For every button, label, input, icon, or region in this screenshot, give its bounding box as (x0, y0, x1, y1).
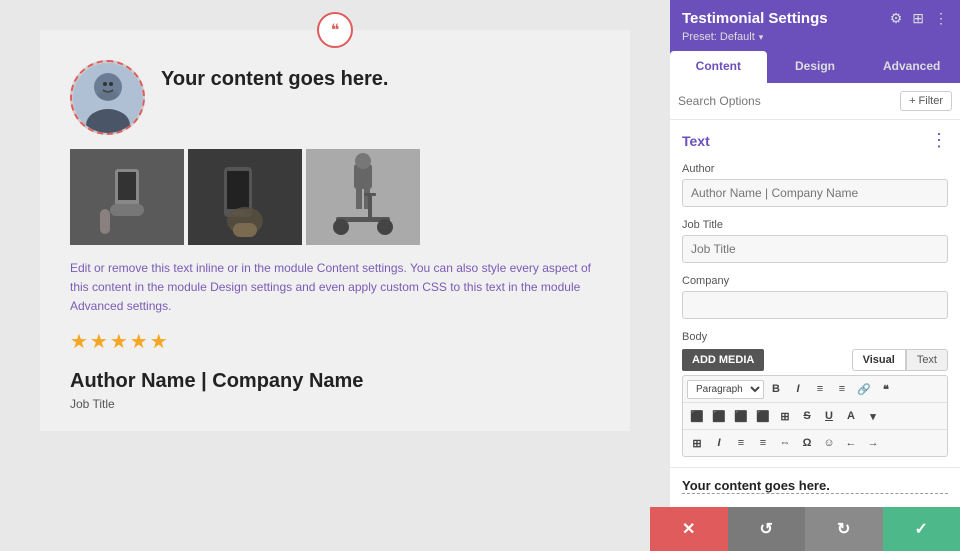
testimonial-top: Your content goes here. (70, 60, 600, 135)
add-media-button[interactable]: ADD MEDIA (682, 349, 764, 371)
more-options-icon[interactable]: ⋮ (934, 10, 948, 27)
panel-tabs: Content Design Advanced (670, 51, 960, 83)
save-button[interactable]: ✓ (883, 507, 960, 551)
body-label: Body (682, 331, 948, 343)
color-dropdown[interactable]: ▾ (863, 406, 883, 426)
special-char-button[interactable]: Ω (797, 433, 817, 453)
emoji-button[interactable]: ☺ (819, 433, 839, 453)
action-bar: ✕ ↺ ↻ ✓ (650, 507, 960, 551)
visual-button[interactable]: Visual (852, 349, 906, 371)
preset-row: Preset: Default ▾ (682, 31, 948, 43)
job-title-input[interactable] (682, 235, 948, 263)
underline-button[interactable]: U (819, 406, 839, 426)
preview-snippet-text: Your content goes here. (682, 478, 948, 494)
author-label: Author (682, 163, 948, 175)
company-label: Company (682, 275, 948, 287)
panel-title-icons: ⚙ ⊞ ⋮ (890, 10, 948, 27)
search-input[interactable] (678, 94, 894, 108)
body-text: Edit or remove this text inline or in th… (70, 259, 600, 317)
outdent-button[interactable]: ≡ (753, 433, 773, 453)
text-section-header: Text ⋮ (670, 120, 960, 157)
undo-icon: ↺ (760, 519, 773, 539)
strikethrough-button[interactable]: S (797, 406, 817, 426)
tab-design[interactable]: Design (767, 51, 864, 83)
link-button[interactable]: 🔗 (854, 379, 874, 399)
tab-advanced[interactable]: Advanced (863, 51, 960, 83)
panel-body: + Filter Text ⋮ Author Job Title Company… (670, 83, 960, 551)
image-2 (188, 149, 302, 245)
text-button[interactable]: Text (906, 349, 948, 371)
redo-editor-button[interactable]: → (863, 433, 883, 453)
preview-area: ❝ Your content goes here. (0, 0, 670, 551)
undo-button[interactable]: ↺ (728, 507, 806, 551)
align-justify-button[interactable]: ⬛ (753, 406, 773, 426)
bold-button[interactable]: B (766, 379, 786, 399)
company-input[interactable] (682, 291, 948, 319)
settings-icon[interactable]: ⚙ (890, 10, 903, 27)
blockquote-button[interactable]: ❝ (876, 379, 896, 399)
panel-title-row: Testimonial Settings ⚙ ⊞ ⋮ (682, 10, 948, 27)
content-title: Your content goes here. (161, 68, 388, 91)
avatar (70, 60, 145, 135)
stars-rating: ★★★★★ (70, 329, 600, 354)
author-input[interactable] (682, 179, 948, 207)
job-title-label: Job Title (682, 219, 948, 231)
image-3 (306, 149, 420, 245)
table-button[interactable]: ⊞ (775, 406, 795, 426)
ul-button[interactable]: ≡ (810, 379, 830, 399)
cancel-icon: ✕ (682, 519, 695, 539)
job-title-field-group: Job Title (670, 213, 960, 269)
paragraph-select[interactable]: Paragraph (687, 380, 764, 399)
toolbar-row-1: Paragraph B I ≡ ≡ 🔗 ❝ (683, 376, 947, 403)
fullscreen-button[interactable]: ⇔ (775, 433, 795, 453)
preview-snippet: Your content goes here. (670, 467, 960, 504)
settings-panel: Testimonial Settings ⚙ ⊞ ⋮ Preset: Defau… (670, 0, 960, 551)
italic2-button[interactable]: I (709, 433, 729, 453)
panel-title: Testimonial Settings (682, 10, 828, 27)
search-row: + Filter (670, 83, 960, 120)
image-1 (70, 149, 184, 245)
body-section: Body ADD MEDIA Visual Text Paragraph B I… (670, 325, 960, 463)
undo-editor-button[interactable]: ← (841, 433, 861, 453)
quote-icon: ❝ (317, 12, 353, 48)
preset-arrow[interactable]: ▾ (759, 32, 764, 43)
content-title-wrapper: Your content goes here. (161, 60, 388, 91)
ol-button[interactable]: ≡ (832, 379, 852, 399)
grid-icon[interactable]: ⊞ (912, 10, 924, 27)
tab-content[interactable]: Content (670, 51, 767, 83)
cancel-button[interactable]: ✕ (650, 507, 728, 551)
align-left-button[interactable]: ⬛ (687, 406, 707, 426)
filter-button[interactable]: + Filter (900, 91, 952, 111)
visual-text-toggle: Visual Text (852, 349, 948, 371)
align-center-button[interactable]: ⬛ (709, 406, 729, 426)
paste-button[interactable]: ⊞ (687, 433, 707, 453)
testimonial-card: ❝ Your content goes here. (40, 30, 630, 431)
text-section-more-icon[interactable]: ⋮ (930, 130, 948, 151)
author-field-group: Author (670, 157, 960, 213)
preset-label: Preset: Default (682, 31, 755, 43)
job-title-display: Job Title (70, 397, 600, 411)
indent-button[interactable]: ≡ (731, 433, 751, 453)
body-toolbar-top: ADD MEDIA Visual Text (682, 349, 948, 371)
panel-header: Testimonial Settings ⚙ ⊞ ⋮ Preset: Defau… (670, 0, 960, 51)
redo-button[interactable]: ↻ (805, 507, 883, 551)
text-section-title: Text (682, 133, 710, 149)
image-row (70, 149, 600, 245)
save-icon: ✓ (915, 519, 928, 539)
toolbar-row-2: ⬛ ⬛ ⬛ ⬛ ⊞ S U A ▾ (683, 403, 947, 430)
align-right-button[interactable]: ⬛ (731, 406, 751, 426)
font-color-button[interactable]: A (841, 406, 861, 426)
editor-toolbar: Paragraph B I ≡ ≡ 🔗 ❝ ⬛ ⬛ ⬛ ⬛ ⊞ S U (682, 375, 948, 457)
company-field-group: Company (670, 269, 960, 325)
author-name: Author Name | Company Name (70, 370, 600, 393)
toolbar-row-3: ⊞ I ≡ ≡ ⇔ Ω ☺ ← → (683, 430, 947, 456)
italic-button[interactable]: I (788, 379, 808, 399)
redo-icon: ↻ (837, 519, 850, 539)
